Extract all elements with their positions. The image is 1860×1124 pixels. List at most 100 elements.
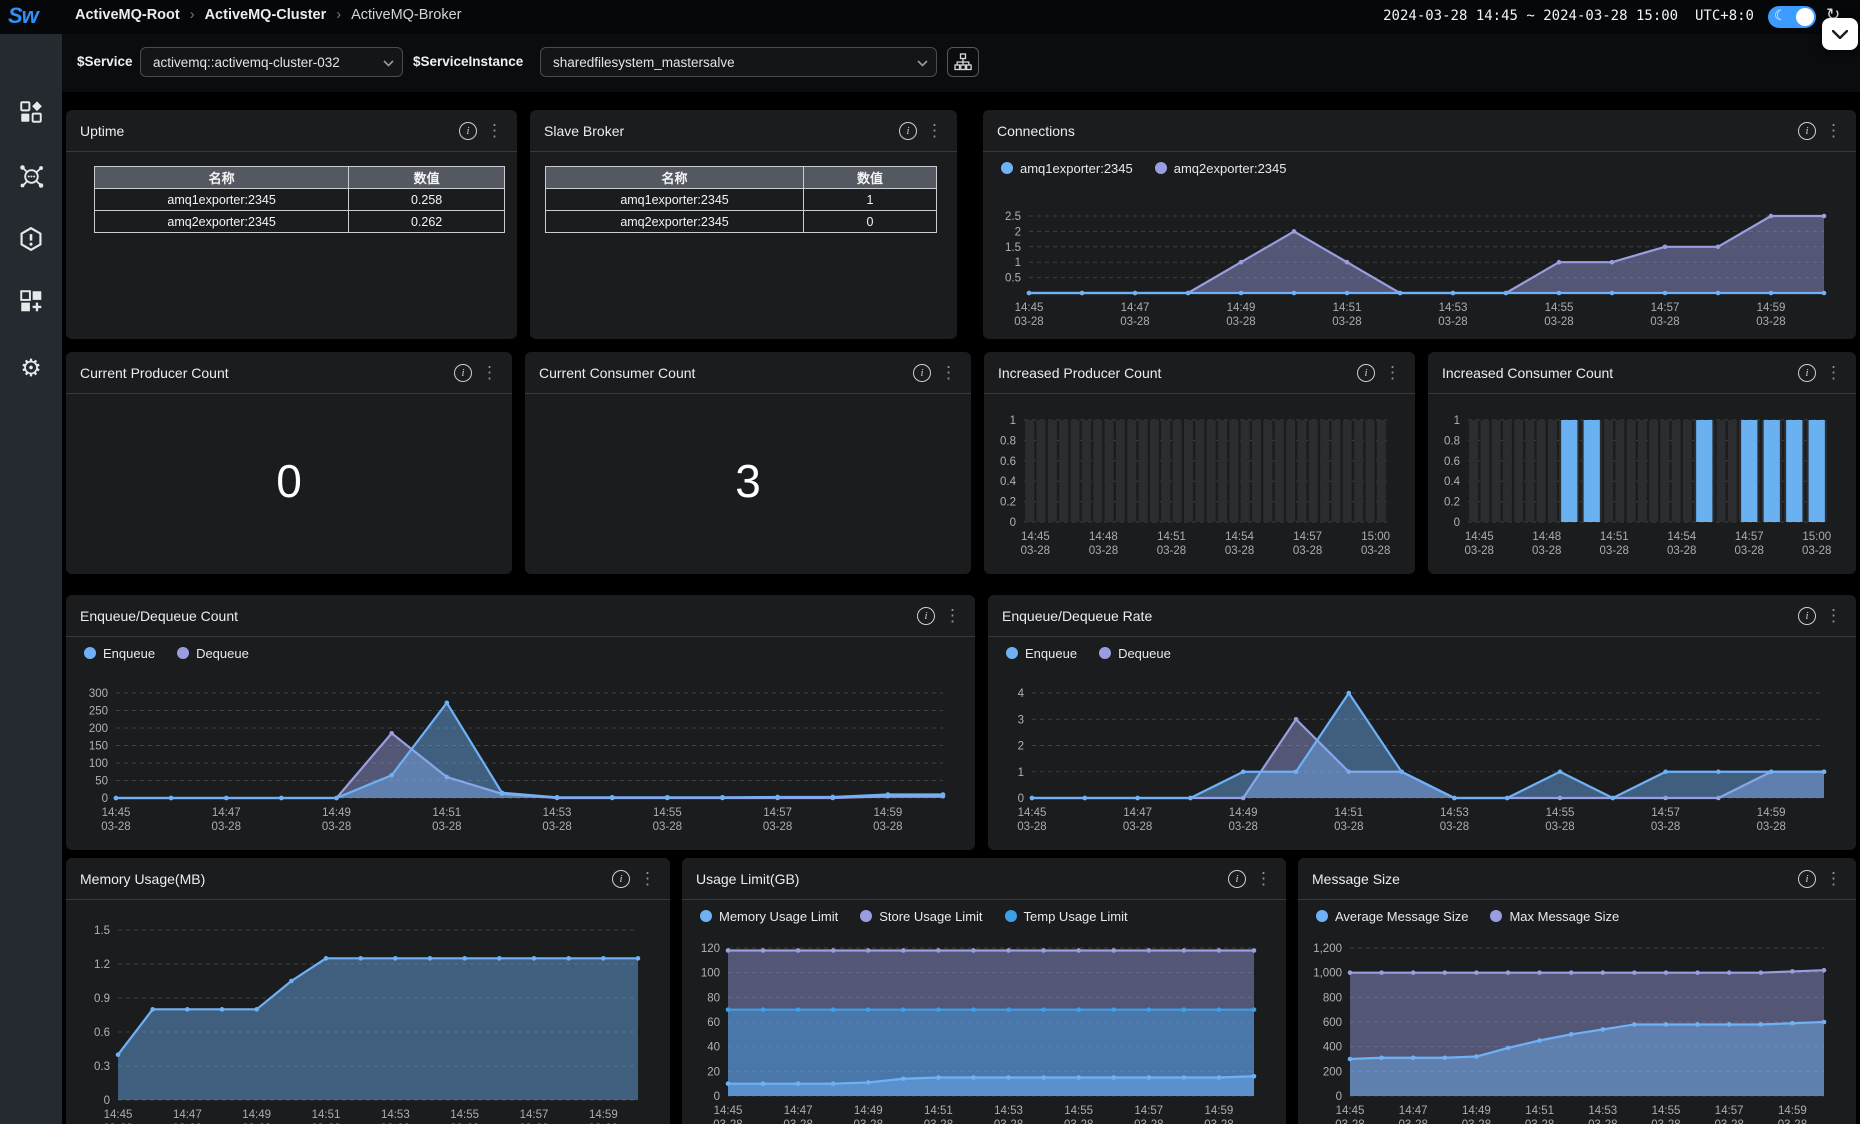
legend-item[interactable]: Max Message Size — [1490, 909, 1619, 924]
info-icon[interactable]: i — [612, 869, 630, 888]
svg-text:14:5703-28: 14:5703-28 — [1714, 1105, 1743, 1124]
time-range-display[interactable]: 2024-03-28 14:45 ~ 2024-03-28 15:00 UTC+… — [1383, 8, 1754, 24]
sidebar-item-dashboards[interactable] — [15, 96, 47, 128]
svg-text:600: 600 — [1323, 1017, 1342, 1029]
info-icon[interactable]: i — [1798, 121, 1816, 140]
legend-dot-icon — [177, 647, 190, 659]
legend-item[interactable]: Memory Usage Limit — [700, 909, 838, 924]
legend-label: Enqueue — [103, 645, 156, 661]
svg-text:0: 0 — [1018, 793, 1024, 805]
info-icon[interactable]: i — [459, 121, 477, 140]
info-icon[interactable]: i — [1798, 363, 1816, 382]
info-icon[interactable]: i — [1357, 363, 1375, 382]
svg-text:250: 250 — [89, 706, 108, 718]
kebab-menu-icon[interactable]: ⋮ — [639, 869, 656, 889]
chart-legend: Memory Usage Limit Store Usage Limit Temp … — [682, 900, 1286, 924]
svg-text:0.5: 0.5 — [1005, 273, 1021, 285]
breadcrumb-item[interactable]: ActiveMQ-Cluster — [205, 7, 327, 23]
svg-text:2.5: 2.5 — [1005, 211, 1021, 223]
legend-item[interactable]: Enqueue — [84, 646, 155, 661]
legend-item[interactable]: Dequeue — [1099, 646, 1171, 661]
kebab-menu-icon[interactable]: ⋮ — [1825, 363, 1842, 383]
svg-text:0.9: 0.9 — [94, 993, 110, 1005]
legend-item[interactable]: amq2exporter:2345 — [1154, 161, 1287, 176]
sidebar: ⚙ — [0, 34, 62, 1124]
skywalking-logo[interactable]: Sw — [8, 3, 39, 29]
svg-text:300: 300 — [89, 688, 108, 700]
topology-view-button[interactable] — [947, 47, 979, 77]
svg-text:40: 40 — [707, 1042, 720, 1054]
legend-item[interactable]: Temp Usage Limit — [1004, 909, 1128, 924]
info-icon[interactable]: i — [899, 121, 917, 140]
svg-text:14:5303-28: 14:5303-28 — [1440, 807, 1469, 833]
svg-text:14:4503-28: 14:4503-28 — [103, 1109, 132, 1124]
svg-text:0.4: 0.4 — [1000, 476, 1017, 488]
info-icon[interactable]: i — [913, 363, 931, 382]
sidebar-item-new-dashboard[interactable] — [15, 285, 47, 317]
kebab-menu-icon[interactable]: ⋮ — [1384, 363, 1401, 383]
legend-item[interactable]: Enqueue — [1006, 646, 1077, 661]
info-icon[interactable]: i — [1228, 869, 1246, 888]
kebab-menu-icon[interactable]: ⋮ — [926, 121, 943, 141]
table-header-cell: 名称 — [544, 166, 805, 189]
moon-icon: ☾ — [1774, 7, 1787, 23]
sidebar-item-settings[interactable]: ⚙ — [15, 352, 47, 384]
kebab-menu-icon[interactable]: ⋮ — [481, 363, 498, 383]
service-instance-select[interactable]: sharedfilesystem_mastersalve — [540, 47, 937, 77]
kebab-menu-icon[interactable]: ⋮ — [1825, 606, 1842, 626]
message-size-chart-canvas: 0 200 400 600 800 1,000 1,200 14:4503-28 14:4703… — [1313, 943, 1827, 1124]
svg-text:100: 100 — [89, 758, 108, 770]
table-cell: 1 — [803, 188, 937, 211]
svg-text:14:5303-28: 14:5303-28 — [1588, 1105, 1617, 1124]
svg-text:14:4703-28: 14:4703-28 — [783, 1105, 812, 1124]
svg-text:0.6: 0.6 — [94, 1027, 110, 1039]
breadcrumb: ActiveMQ-Root › ActiveMQ-Cluster › ActiveMQ-… — [75, 7, 461, 23]
table-cell: amq2exporter:2345 — [544, 210, 805, 233]
chevron-down-icon — [1832, 29, 1848, 39]
legend-dot-icon — [84, 647, 96, 659]
collapse-header-button[interactable] — [1822, 18, 1858, 50]
panel-enqueue-dequeue-rate: Enqueue/Dequeue Rate i ⋮ Enqueue Dequeue 0… — [988, 595, 1856, 850]
svg-text:200: 200 — [1323, 1066, 1342, 1078]
legend-item[interactable]: Average Message Size — [1316, 909, 1468, 924]
svg-text:14:5703-28: 14:5703-28 — [763, 807, 792, 833]
svg-text:14:5103-28: 14:5103-28 — [1332, 302, 1361, 328]
kebab-menu-icon[interactable]: ⋮ — [1255, 869, 1272, 889]
legend-item[interactable]: Store Usage Limit — [860, 908, 983, 924]
panel-usage-limit: Usage Limit(GB) i ⋮ Memory Usage Limit Sto… — [682, 858, 1286, 1124]
legend-label: Store Usage Limit — [879, 908, 983, 924]
breadcrumb-item[interactable]: ActiveMQ-Root — [75, 7, 180, 23]
info-icon[interactable]: i — [1798, 606, 1816, 625]
svg-text:14:4703-28: 14:4703-28 — [1398, 1105, 1427, 1124]
svg-text:15:0003-28: 15:00 03-28 — [1361, 531, 1390, 557]
breadcrumb-item[interactable]: ActiveMQ-Broker — [351, 7, 461, 23]
kebab-menu-icon[interactable]: ⋮ — [1825, 869, 1842, 889]
svg-text:1: 1 — [1015, 257, 1021, 269]
panel-title: Message Size — [1312, 870, 1400, 887]
panel-title: Memory Usage(MB) — [80, 870, 206, 887]
svg-text:14:5703-28: 14:5703-28 — [519, 1109, 548, 1124]
legend-dot-icon — [1490, 910, 1503, 922]
enqueue-dequeue-rate-chart-canvas: 0 1 2 3 4 14:45 03-28 14:47 03-28 14:49 03-28 14:51… — [1017, 688, 1827, 833]
legend-dot-icon — [1316, 910, 1328, 922]
info-icon[interactable]: i — [1798, 869, 1816, 888]
sidebar-item-alerting[interactable] — [15, 223, 47, 255]
sidebar-item-topology[interactable] — [15, 160, 47, 192]
legend-item[interactable]: amq1exporter:2345 — [1001, 161, 1133, 176]
svg-text:200: 200 — [89, 723, 108, 735]
kebab-menu-icon[interactable]: ⋮ — [1825, 121, 1842, 141]
kebab-menu-icon[interactable]: ⋮ — [944, 606, 961, 626]
legend-item[interactable]: Dequeue — [177, 646, 249, 661]
table-header-cell: 数值 — [348, 166, 505, 189]
kebab-menu-icon[interactable]: ⋮ — [940, 363, 957, 383]
svg-text:14:4503-28: 14:4503-28 — [1465, 531, 1494, 557]
table-cell: amq1exporter:2345 — [93, 188, 350, 211]
dark-mode-toggle[interactable]: ☾ — [1768, 6, 1816, 28]
table-row: amq1exporter:2345 1 — [544, 188, 937, 211]
current-producer-value: 0 — [276, 454, 302, 507]
info-icon[interactable]: i — [917, 606, 935, 625]
kebab-menu-icon[interactable]: ⋮ — [486, 121, 503, 141]
legend-dot-icon — [1006, 647, 1018, 659]
info-icon[interactable]: i — [454, 363, 472, 382]
service-select[interactable]: activemq::activemq-cluster-032 — [140, 47, 403, 77]
